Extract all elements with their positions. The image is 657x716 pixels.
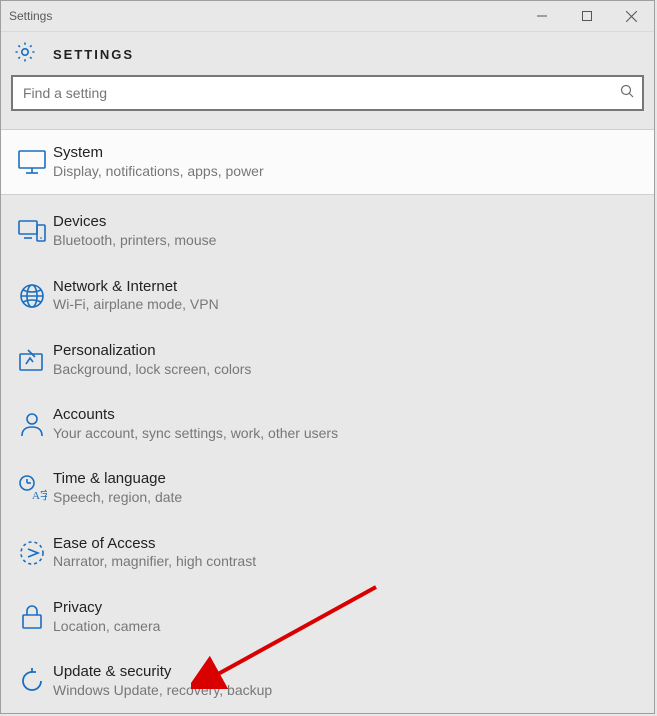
item-text: Devices Bluetooth, printers, mouse <box>53 213 644 249</box>
item-text: Ease of Access Narrator, magnifier, high… <box>53 535 644 571</box>
item-ease-of-access[interactable]: Ease of Access Narrator, magnifier, high… <box>1 521 654 585</box>
item-system[interactable]: System Display, notifications, apps, pow… <box>1 129 654 195</box>
item-subtitle: Location, camera <box>53 618 644 636</box>
item-text: Time & language Speech, region, date <box>53 470 644 506</box>
titlebar: Settings <box>1 1 654 32</box>
search-input[interactable] <box>13 85 642 101</box>
close-button[interactable] <box>609 1 654 31</box>
minimize-button[interactable] <box>519 1 564 31</box>
item-subtitle: Your account, sync settings, work, other… <box>53 425 644 443</box>
page-title: SETTINGS <box>53 47 134 62</box>
item-title: Personalization <box>53 342 644 361</box>
lock-icon <box>11 603 53 631</box>
item-subtitle: Speech, region, date <box>53 489 644 507</box>
item-subtitle: Bluetooth, printers, mouse <box>53 232 644 250</box>
close-icon <box>626 11 637 22</box>
personalization-icon <box>11 347 53 373</box>
minimize-icon <box>537 11 547 21</box>
item-title: Devices <box>53 213 644 232</box>
gear-icon <box>13 40 37 69</box>
item-update-security[interactable]: Update & security Windows Update, recove… <box>1 649 654 713</box>
item-text: Privacy Location, camera <box>53 599 644 635</box>
maximize-button[interactable] <box>564 1 609 31</box>
item-text: Update & security Windows Update, recove… <box>53 663 644 699</box>
update-icon <box>11 667 53 695</box>
item-subtitle: Windows Update, recovery, backup <box>53 682 644 700</box>
item-title: Privacy <box>53 599 644 618</box>
search-icon <box>620 84 634 103</box>
item-text: Network & Internet Wi-Fi, airplane mode,… <box>53 278 644 314</box>
devices-icon <box>11 218 53 244</box>
item-devices[interactable]: Devices Bluetooth, printers, mouse <box>1 199 654 263</box>
ease-of-access-icon <box>11 539 53 567</box>
item-subtitle: Narrator, magnifier, high contrast <box>53 553 644 571</box>
item-title: Update & security <box>53 663 644 682</box>
item-subtitle: Background, lock screen, colors <box>53 361 644 379</box>
item-subtitle: Wi-Fi, airplane mode, VPN <box>53 296 644 314</box>
item-privacy[interactable]: Privacy Location, camera <box>1 585 654 649</box>
item-title: Ease of Access <box>53 535 644 554</box>
accounts-icon <box>11 410 53 438</box>
item-title: Accounts <box>53 406 644 425</box>
search-box[interactable] <box>11 75 644 111</box>
item-accounts[interactable]: Accounts Your account, sync settings, wo… <box>1 392 654 456</box>
window-controls <box>519 1 654 31</box>
item-network[interactable]: Network & Internet Wi-Fi, airplane mode,… <box>1 264 654 328</box>
item-title: Network & Internet <box>53 278 644 297</box>
globe-icon <box>11 282 53 310</box>
time-language-icon: A字 <box>11 474 53 502</box>
item-time-language[interactable]: A字 Time & language Speech, region, date <box>1 456 654 520</box>
settings-list: System Display, notifications, apps, pow… <box>1 121 654 713</box>
item-personalization[interactable]: Personalization Background, lock screen,… <box>1 328 654 392</box>
item-text: System Display, notifications, apps, pow… <box>53 144 644 180</box>
settings-window: Settings SETTINGS <box>0 0 655 714</box>
item-subtitle: Display, notifications, apps, power <box>53 163 644 181</box>
svg-text:A字: A字 <box>32 488 47 502</box>
item-text: Personalization Background, lock screen,… <box>53 342 644 378</box>
maximize-icon <box>582 11 592 21</box>
system-icon <box>11 149 53 175</box>
search-wrap <box>1 75 654 121</box>
item-title: System <box>53 144 644 163</box>
item-title: Time & language <box>53 470 644 489</box>
header: SETTINGS <box>1 32 654 75</box>
window-title: Settings <box>9 9 52 23</box>
item-text: Accounts Your account, sync settings, wo… <box>53 406 644 442</box>
